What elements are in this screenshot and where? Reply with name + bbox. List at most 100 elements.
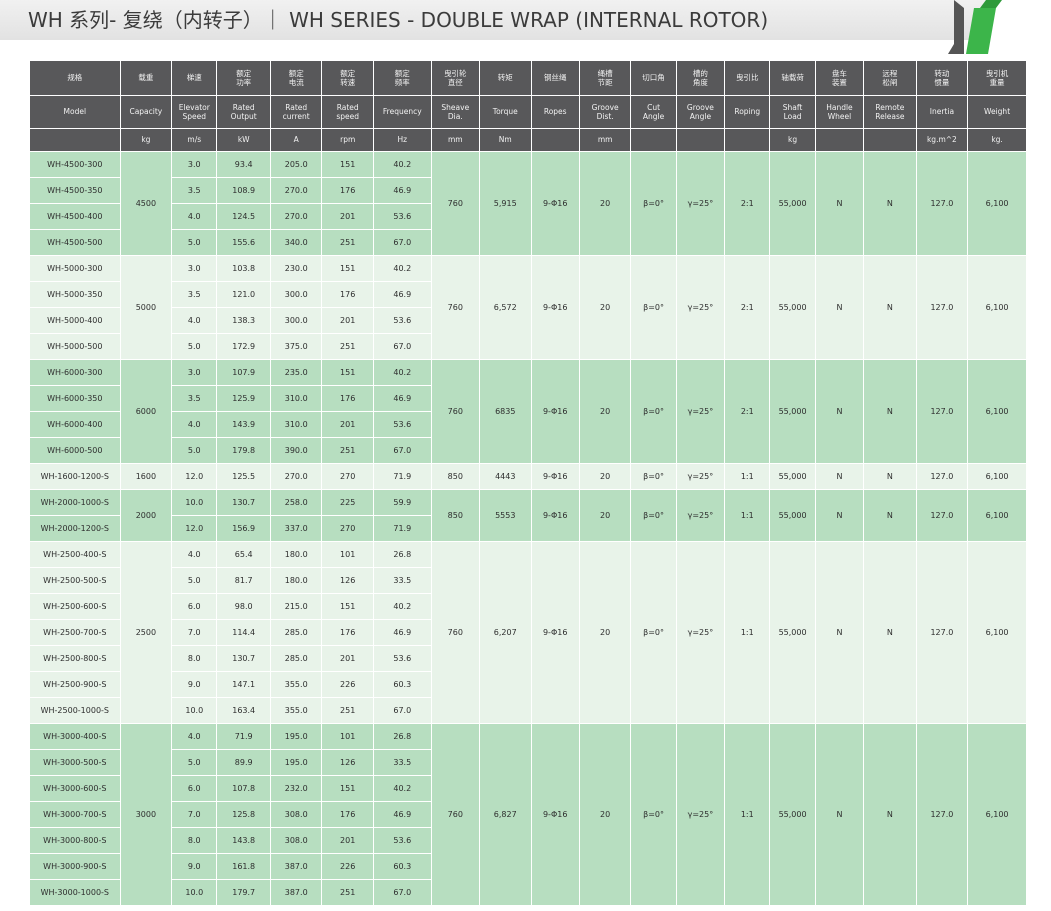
rpm-cell: 176 xyxy=(321,801,374,828)
header-cn-cell-5: 额定 转速 xyxy=(321,60,374,96)
output-cell: 71.9 xyxy=(216,723,271,750)
weight-cell: 6,100 xyxy=(967,489,1027,542)
handle-wheel-cell: N xyxy=(814,723,865,906)
table-row: WH-2500-400-S 2500 4.0 65.4 180.0 101 26.8 760 6… xyxy=(29,541,1027,724)
output-cell: 156.9 xyxy=(216,515,271,542)
header-unit-cell-16 xyxy=(863,128,917,152)
groove-angle-cell: γ=25° xyxy=(675,359,726,464)
model-cell: WH-3000-900-S xyxy=(29,853,121,880)
header-cn-cell-text: 额定 转速 xyxy=(340,68,356,88)
rpm-cell: 251 xyxy=(321,879,374,906)
handle-wheel-cell: N xyxy=(814,151,865,256)
shaft-load-cell: 55,000 xyxy=(769,255,816,360)
groove-dist-cell: 20 xyxy=(578,359,632,464)
table-row: WH-2000-1000-S 2000 10.0 130.7 258.0 225 59.9 8… xyxy=(29,489,1027,542)
rpm-cell: 270 xyxy=(321,463,374,490)
model-cell: WH-3000-400-S xyxy=(29,723,121,750)
sheave-cell: 760 xyxy=(430,541,481,724)
output-cell: 81.7 xyxy=(216,567,271,594)
weight-cell: 6,100 xyxy=(967,723,1027,906)
current-cell: 235.0 xyxy=(269,359,323,386)
output-cell: 179.7 xyxy=(216,879,271,906)
header-en-cell-text: Capacity xyxy=(129,107,163,117)
handle-wheel-cell: N xyxy=(814,463,865,490)
header-en-cell-3: Rated Output xyxy=(216,95,271,129)
speed-cell: 9.0 xyxy=(171,853,218,880)
header-row-chinese: 规格 载重 梯速 额定 功率 额定 电流 额定 转速 额定 频率 曳引轮 直径 转矩 钢丝绳 绳槽 … xyxy=(29,60,1027,96)
shaft-load-cell: 55,000 xyxy=(769,541,816,724)
header-en-cell-text: Rated speed xyxy=(336,102,360,122)
header-en-cell-text: Groove Dist. xyxy=(591,102,619,122)
rpm-cell: 151 xyxy=(321,151,374,178)
inertia-cell: 127.0 xyxy=(915,723,969,906)
sheave-cell: 850 xyxy=(430,463,481,490)
model-cell: WH-6000-400 xyxy=(29,411,121,438)
header-cn-cell-text: 规格 xyxy=(67,73,83,83)
header-unit-cell-text: A xyxy=(293,135,299,145)
frequency-cell: 67.0 xyxy=(372,229,432,256)
output-cell: 130.7 xyxy=(216,645,271,672)
output-cell: 172.9 xyxy=(216,333,271,360)
header-en-cell-6: Frequency xyxy=(372,95,432,129)
speed-cell: 4.0 xyxy=(171,203,218,230)
cut-angle-cell: β=0° xyxy=(630,359,677,464)
model-cell: WH-4500-400 xyxy=(29,203,121,230)
header-unit-cell-text: kW xyxy=(237,135,250,145)
header-cn-cell-2: 梯速 xyxy=(171,60,218,96)
roping-cell: 1:1 xyxy=(724,489,771,542)
model-cell: WH-2500-400-S xyxy=(29,541,121,568)
remote-release-cell: N xyxy=(863,255,917,360)
speed-cell: 6.0 xyxy=(171,593,218,620)
model-cell: WH-2000-1200-S xyxy=(29,515,121,542)
output-cell: 65.4 xyxy=(216,541,271,568)
output-cell: 125.9 xyxy=(216,385,271,412)
frequency-cell: 46.9 xyxy=(372,385,432,412)
current-cell: 285.0 xyxy=(269,619,323,646)
speed-cell: 5.0 xyxy=(171,229,218,256)
remote-release-cell: N xyxy=(863,151,917,256)
table-row: WH-4500-300 4500 3.0 93.4 205.0 151 40.2 760 5,9… xyxy=(29,151,1027,256)
cut-angle-cell: β=0° xyxy=(630,463,677,490)
torque-cell: 6,207 xyxy=(479,541,532,724)
header-unit-cell-2: m/s xyxy=(171,128,218,152)
model-cell: WH-5000-350 xyxy=(29,281,121,308)
rpm-cell: 176 xyxy=(321,619,374,646)
model-cell: WH-2500-600-S xyxy=(29,593,121,620)
groove-angle-cell: γ=25° xyxy=(675,151,726,256)
cut-angle-cell: β=0° xyxy=(630,151,677,256)
current-cell: 375.0 xyxy=(269,333,323,360)
ropes-cell: 9-Φ16 xyxy=(530,463,580,490)
groove-dist-cell: 20 xyxy=(578,541,632,724)
rpm-cell: 126 xyxy=(321,749,374,776)
model-cell: WH-4500-350 xyxy=(29,177,121,204)
ropes-cell: 9-Φ16 xyxy=(530,723,580,906)
header-unit-cell-text: rpm xyxy=(340,135,356,145)
current-cell: 310.0 xyxy=(269,385,323,412)
model-cell: WH-2500-800-S xyxy=(29,645,121,672)
speed-cell: 3.0 xyxy=(171,255,218,282)
torque-cell: 6,827 xyxy=(479,723,532,906)
capacity-cell: 3000 xyxy=(119,723,173,906)
ropes-cell: 9-Φ16 xyxy=(530,255,580,360)
weight-cell: 6,100 xyxy=(967,541,1027,724)
speed-cell: 3.5 xyxy=(171,281,218,308)
current-cell: 215.0 xyxy=(269,593,323,620)
output-cell: 143.8 xyxy=(216,827,271,854)
frequency-cell: 60.3 xyxy=(372,671,432,698)
header-cn-cell-7: 曳引轮 直径 xyxy=(430,60,481,96)
header-en-cell-text: Cut Angle xyxy=(642,102,665,122)
speed-cell: 7.0 xyxy=(171,801,218,828)
roping-cell: 2:1 xyxy=(724,151,771,256)
rpm-cell: 225 xyxy=(321,489,374,516)
roping-cell: 1:1 xyxy=(724,541,771,724)
header-en-cell-text: Weight xyxy=(984,107,1011,117)
header-en-cell-13: Roping xyxy=(724,95,771,129)
header-unit-cell-4: A xyxy=(269,128,323,152)
frequency-cell: 46.9 xyxy=(372,177,432,204)
frequency-cell: 53.6 xyxy=(372,827,432,854)
header-unit-cell-text: kg xyxy=(788,135,798,145)
groove-dist-cell: 20 xyxy=(578,723,632,906)
output-cell: 161.8 xyxy=(216,853,271,880)
groove-dist-cell: 20 xyxy=(578,489,632,542)
speed-cell: 10.0 xyxy=(171,879,218,906)
